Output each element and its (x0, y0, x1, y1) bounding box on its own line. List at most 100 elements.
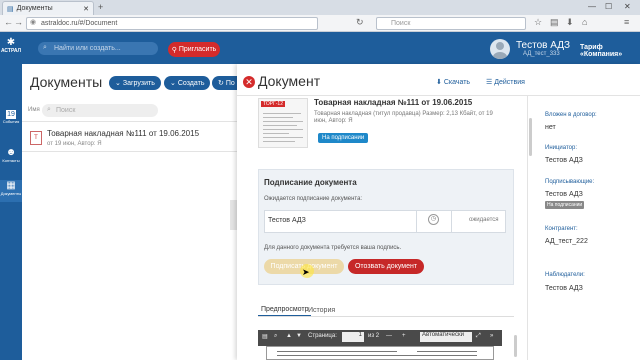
list-item-subtitle: от 19 июн, Автор: Я (47, 141, 102, 147)
initiator-label: Инициатор: (545, 145, 577, 151)
create-label: Создать (177, 79, 205, 87)
zoom-value: Автоматически (422, 332, 464, 338)
list-icon: ☰ (486, 79, 493, 86)
divider (22, 151, 237, 152)
sidebar-item-documents[interactable]: ▦ Документы (0, 180, 22, 202)
browser-tabstrip (0, 0, 640, 15)
chevron-down-icon: ⌄ (170, 80, 176, 87)
new-tab-icon[interactable]: + (98, 2, 103, 12)
globe-icon: ◉ (30, 19, 37, 26)
tab-history[interactable]: История (308, 307, 335, 314)
refresh-icon: ↻ (218, 80, 224, 87)
download-link[interactable]: ⬇ Скачать (436, 78, 470, 86)
pdf-page (266, 346, 494, 360)
sidebar-item-label: Документы (0, 191, 22, 196)
avatar[interactable] (490, 39, 510, 59)
sidebar-item-events[interactable]: 19 События (0, 110, 22, 124)
zoom-out-icon[interactable]: — (386, 333, 392, 339)
prev-page-icon[interactable]: ▲ (286, 333, 292, 339)
browser-search-input[interactable]: Поиск (376, 17, 526, 30)
download-icon[interactable]: ⬇ (566, 17, 574, 28)
logo-icon: ✱ (6, 37, 16, 48)
status-badge: На подписании (318, 133, 369, 143)
list-item-title[interactable]: Товарная накладная №111 от 19.06.2015 (47, 129, 199, 138)
cursor-pointer-icon: ➤ (302, 267, 310, 277)
documents-icon: ▦ (6, 180, 16, 191)
document-meta-author: июн, Автор: Я (314, 118, 353, 124)
download-label: Скачать (443, 79, 471, 86)
page-number-input[interactable]: 1 (342, 332, 364, 342)
fullscreen-icon[interactable]: ⤢ (476, 333, 481, 340)
browser-tab-title: Документы (16, 5, 53, 12)
signer-name: Тестов АДЗ (268, 217, 306, 224)
counterparty-label: Контрагент: (545, 226, 578, 232)
filter-input[interactable]: Поиск (42, 104, 158, 117)
user-plus-icon: ⚲ (171, 46, 177, 54)
thumbnail-label: ТОРГ-12 (261, 101, 285, 107)
sidebar-item-label: События (2, 119, 20, 124)
revoke-document-button[interactable]: Отозвать документ (348, 259, 424, 274)
signers-label: Подписывающие: (545, 179, 595, 185)
document-thumbnail[interactable]: ТОРГ-12 (258, 98, 308, 148)
filter-label: Имя (28, 107, 40, 113)
panel-resize-handle[interactable] (230, 200, 237, 230)
calendar-icon: 19 (6, 110, 16, 119)
document-name: Товарная накладная №111 от 19.06.2015 (314, 98, 473, 107)
in-contract-label: Вложен в договор: (545, 112, 597, 118)
initiator-value: Тестов АДЗ (545, 157, 583, 164)
close-window-icon[interactable]: ✕ (624, 2, 631, 11)
url-input[interactable]: astraldoc.ru/#/Document (26, 17, 318, 30)
bookmarks-icon[interactable]: ▤ (550, 17, 559, 28)
divider (451, 210, 452, 233)
upload-button[interactable]: ⌄ Загрузить (109, 76, 161, 90)
back-icon[interactable]: ← (4, 17, 13, 27)
divider (237, 95, 640, 96)
reload-icon[interactable]: ↻ (356, 17, 364, 28)
panel-title: Документ (258, 73, 321, 89)
divider (258, 316, 514, 317)
maximize-icon[interactable]: ☐ (605, 2, 612, 11)
page-icon: ▤ (7, 5, 14, 13)
panel-scrollbar[interactable] (529, 118, 532, 156)
create-button[interactable]: ⌄ Создать (164, 76, 211, 90)
actions-link[interactable]: ☰ Действия (486, 78, 525, 86)
menu-icon[interactable]: ≡ (624, 17, 629, 27)
clock-icon: ◷ (428, 214, 439, 225)
invite-label: Пригласить (178, 46, 217, 53)
actions-label: Действия (494, 79, 525, 86)
search-icon[interactable]: ⌕ (274, 333, 277, 340)
zoom-in-icon[interactable]: + (402, 333, 406, 339)
bookmark-star-icon[interactable]: ☆ (534, 17, 542, 28)
page-label: Страница: (308, 333, 337, 339)
browser-tab[interactable]: ▤ Документы ✕ (2, 1, 94, 15)
signing-awaiting-label: Ожидается подписание документа: (264, 196, 363, 202)
forward-icon[interactable]: → (14, 17, 23, 27)
more-icon[interactable]: » (490, 333, 493, 339)
logo-text: АСТРАЛ (0, 48, 22, 54)
sidebar (0, 64, 22, 360)
user-name[interactable]: Тестов АДЗ (516, 40, 570, 51)
divider (416, 210, 417, 233)
next-page-icon[interactable]: ▼ (296, 333, 302, 339)
status-badge: На подписании (545, 201, 585, 209)
refresh-button[interactable]: ↻ По (212, 76, 237, 90)
close-tab-icon[interactable]: ✕ (83, 5, 89, 13)
upload-label: Загрузить (122, 79, 155, 87)
zoom-select[interactable]: Автоматически (420, 332, 472, 342)
divider (22, 121, 237, 122)
sidebar-toggle-icon[interactable]: ▤ (262, 333, 268, 340)
minimize-icon[interactable]: — (588, 2, 596, 11)
invite-button[interactable]: ⚲ Пригласить (168, 42, 220, 57)
in-contract-value: нет (545, 124, 556, 131)
search-icon: ⌕ (47, 106, 51, 113)
page-title: Документы (30, 74, 103, 90)
close-panel-button[interactable]: ✕ (243, 76, 255, 88)
home-icon[interactable]: ⌂ (582, 17, 587, 27)
signers-value: Тестов АДЗ (545, 191, 583, 198)
contacts-icon: ☻ (5, 147, 17, 158)
logo[interactable]: ✱ АСТРАЛ (0, 37, 22, 55)
sidebar-item-contacts[interactable]: ☻ Контакты (0, 147, 22, 163)
app-search-input[interactable]: Найти или создать... (38, 42, 158, 55)
tarif-link[interactable]: Тариф «Компания» (580, 44, 640, 58)
preview-scrollbar[interactable] (514, 335, 517, 357)
